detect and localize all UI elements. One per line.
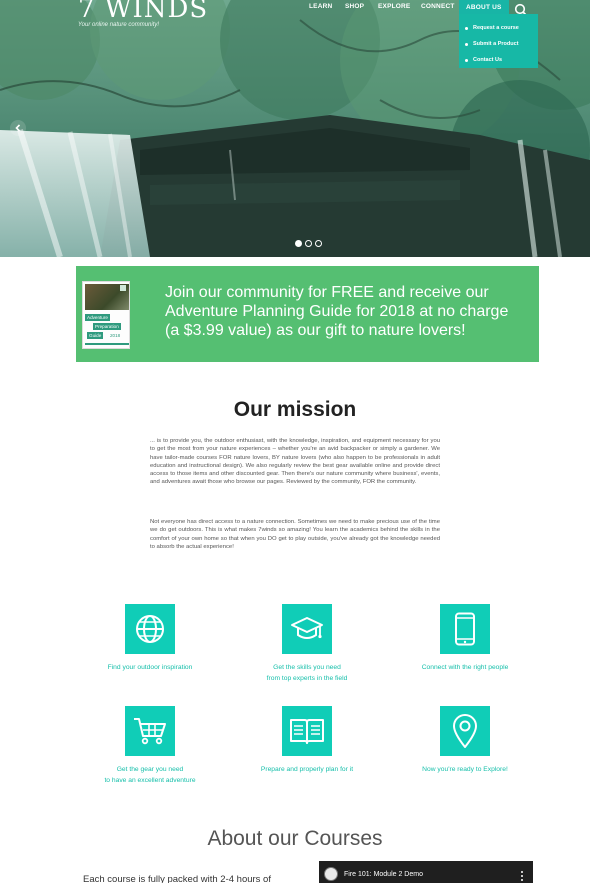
feature-explore[interactable]: Now you're ready to Explore! (390, 706, 540, 776)
feature-label-line2: to have an excellent adventure (104, 776, 196, 784)
hero-slider: 7 WINDS Your online nature community! LE… (0, 0, 590, 257)
dropdown-contact-us[interactable]: Contact Us (459, 52, 538, 68)
feature-tile[interactable] (282, 706, 332, 756)
feature-tile[interactable] (125, 706, 175, 756)
nav-explore[interactable]: EXPLORE (378, 3, 410, 10)
feature-gear[interactable]: Get the gear you need to have an excelle… (75, 706, 225, 786)
promo-text: Join our community for FREE and receive … (165, 284, 509, 339)
feature-label-line1: Prepare and properly plan for it (260, 766, 354, 773)
book-bar (85, 343, 129, 345)
feature-label-line1: Get the gear you need (116, 766, 184, 773)
book-year: 2018 (110, 333, 121, 338)
book-word-3: Guide (87, 332, 104, 339)
feature-tile[interactable] (440, 706, 490, 756)
nav-connect[interactable]: CONNECT (421, 3, 455, 10)
dropdown-request-course[interactable]: Request a course (459, 20, 538, 36)
slider-dot-3[interactable] (315, 240, 322, 247)
feature-tile[interactable] (282, 604, 332, 654)
signup-promo-banner[interactable]: Adventure Preparation Guide 2018 Join ou… (76, 266, 539, 362)
slider-dot-1[interactable] (295, 240, 302, 247)
nav-shop[interactable]: SHOP (345, 3, 364, 10)
feature-skills[interactable]: Get the skills you need from top experts… (232, 604, 382, 684)
book-word-1: Adventure (85, 314, 110, 321)
guide-book-cover: Adventure Preparation Guide 2018 (82, 281, 130, 349)
chevron-left-icon (15, 124, 21, 132)
feature-label-line1: Now you're ready to Explore! (422, 766, 508, 773)
feature-plan[interactable]: Prepare and properly plan for it (232, 706, 382, 776)
dropdown-item-label: Submit a Product (473, 41, 519, 47)
map-pin-icon (453, 714, 477, 748)
dropdown-item-label: Request a course (473, 25, 519, 31)
dropdown-submit-product[interactable]: Submit a Product (459, 36, 538, 52)
smartphone-icon (455, 612, 475, 646)
bullet-icon (465, 42, 468, 46)
feature-label-line1: Get the skills you need (273, 664, 341, 671)
more-vertical-icon[interactable] (521, 871, 524, 881)
slider-dots (295, 240, 322, 247)
feature-connect[interactable]: Connect with the right people (390, 604, 540, 674)
channel-logo-icon[interactable] (324, 867, 338, 881)
feature-tile[interactable] (125, 604, 175, 654)
shopping-cart-icon (134, 718, 166, 745)
graduation-cap-icon (291, 617, 323, 639)
book-word-2: Preparation (93, 323, 121, 330)
courses-intro: Each course is fully packed with 2-4 hou… (83, 874, 271, 883)
feature-inspiration[interactable]: Find your outdoor inspiration (75, 604, 225, 674)
mission-paragraph-1: ... is to provide you, the outdoor enthu… (150, 438, 440, 486)
video-title[interactable]: Fire 101: Module 2 Demo (344, 871, 423, 878)
bullet-icon (465, 58, 468, 62)
book-logo-icon (120, 285, 126, 291)
nav-learn[interactable]: LEARN (309, 3, 332, 10)
feature-label-line1: Connect with the right people (421, 664, 509, 671)
bullet-icon (465, 26, 468, 30)
nav-about-us[interactable]: ABOUT US (459, 0, 509, 14)
globe-icon (136, 615, 164, 643)
video-embed[interactable]: Fire 101: Module 2 Demo (319, 861, 533, 883)
feature-label-line2: from top experts in the field (266, 674, 348, 682)
open-book-icon (290, 719, 324, 744)
mission-title: Our mission (233, 398, 357, 421)
dropdown-item-label: Contact Us (473, 57, 503, 63)
feature-label-line1: Find your outdoor inspiration (107, 664, 193, 671)
feature-tile[interactable] (440, 604, 490, 654)
courses-title: About our Courses (207, 827, 383, 850)
slider-dot-2[interactable] (305, 240, 312, 247)
mission-paragraph-2: Not everyone has direct access to a natu… (150, 519, 440, 550)
about-us-dropdown: Request a course Submit a Product Contac… (459, 14, 538, 68)
slider-prev-button[interactable] (10, 120, 26, 136)
